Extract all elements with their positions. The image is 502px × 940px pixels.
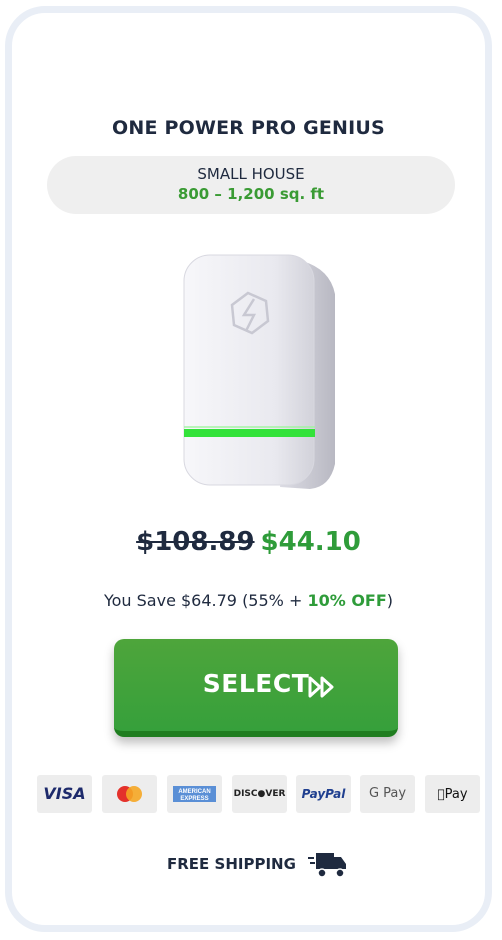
led-light-strip — [184, 429, 315, 437]
double-chevron-right-icon — [308, 676, 334, 698]
size-label: SMALL HOUSE — [197, 165, 305, 183]
select-button-label: SELECT — [202, 669, 310, 698]
new-price: $44.10 — [260, 527, 361, 557]
old-price: $108.89 — [136, 527, 255, 557]
amex-icon: AMERICAN EXPRESS — [167, 775, 222, 813]
free-shipping-label: FREE SHIPPING — [167, 855, 296, 873]
svg-text:EXPRESS: EXPRESS — [180, 796, 208, 802]
price-row: $108.89 $44.10 — [12, 527, 485, 557]
discount-off: 10% OFF — [307, 591, 387, 610]
apple-pay-icon: Pay — [425, 775, 480, 813]
savings-suffix: ) — [386, 591, 394, 610]
savings-text: You Save $64.79 (55% + 10% OFF) — [12, 591, 485, 610]
mastercard-icon — [102, 775, 157, 813]
google-pay-icon: G Pay — [360, 775, 415, 813]
discover-icon: DISC●VER — [232, 775, 287, 813]
size-badge: SMALL HOUSE 800 – 1,200 sq. ft — [47, 156, 455, 214]
delivery-truck-icon — [308, 853, 346, 878]
select-button[interactable]: SELECT — [114, 639, 398, 737]
size-range: 800 – 1,200 sq. ft — [177, 185, 325, 203]
product-image — [183, 254, 335, 489]
paypal-icon: PayPal — [296, 775, 351, 813]
svg-text:AMERICAN: AMERICAN — [178, 789, 210, 795]
payment-methods: VISA AMERICAN EXPRESS DISC●VER PayPal G … — [37, 775, 480, 815]
product-card: ONE POWER PRO GENIUS SMALL HOUSE 800 – 1… — [5, 6, 492, 932]
product-title: ONE POWER PRO GENIUS — [112, 117, 385, 139]
visa-icon: VISA — [37, 775, 92, 813]
savings-prefix: You Save $64.79 (55% + — [103, 591, 308, 610]
